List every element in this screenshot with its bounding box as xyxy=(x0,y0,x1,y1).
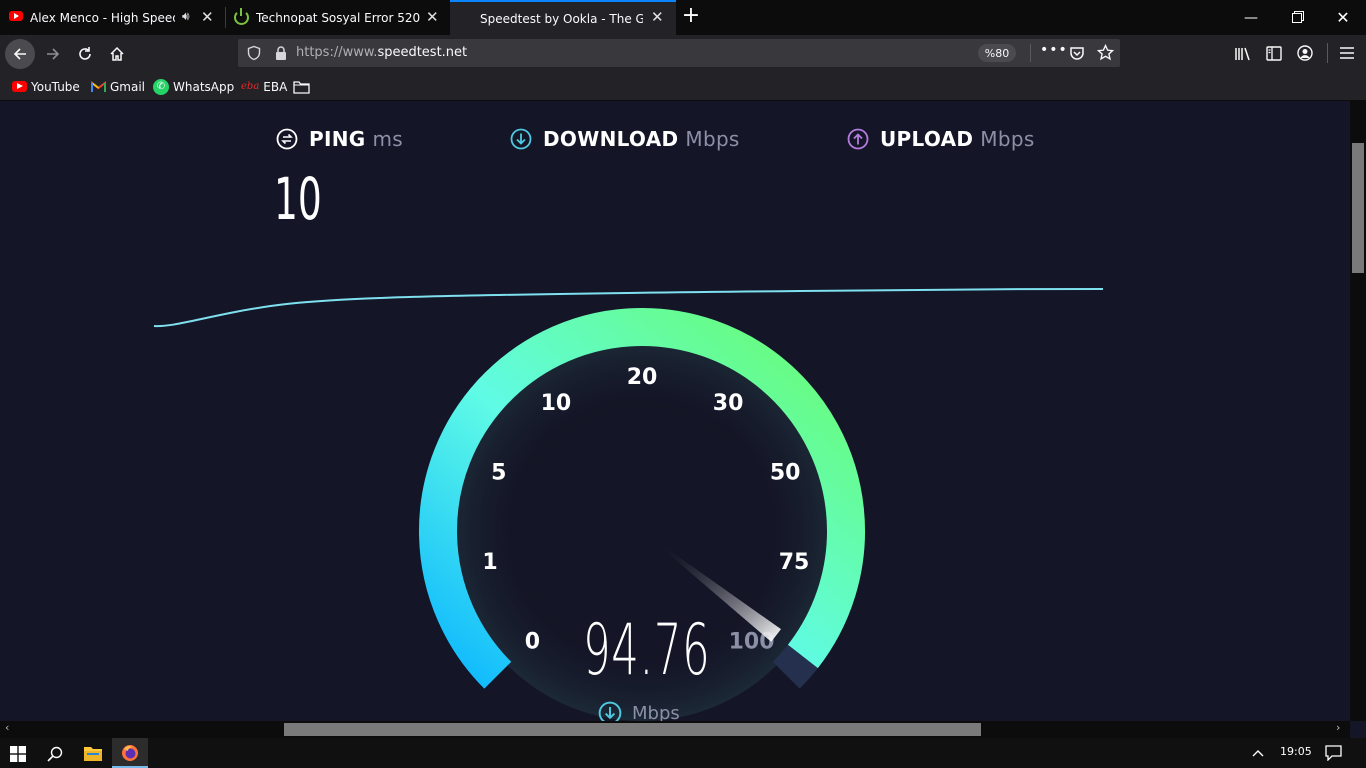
scroll-left-icon[interactable]: ‹ xyxy=(5,721,9,734)
lock-icon[interactable] xyxy=(274,45,288,61)
bookmarks-toolbar: YouTube Gmail ✆ WhatsApp eba EBA xyxy=(0,72,1366,101)
tab-title: Speedtest by Ookla - The Global xyxy=(480,11,643,26)
speedtest-page: PING ms DOWNLOAD Mbps UPLOAD Mbps 10 0 1… xyxy=(0,101,1350,721)
tab-strip: Alex Menco - High Speed - 🔊︎ ✕ Technopat… xyxy=(0,0,1366,35)
power-line-icon xyxy=(240,8,242,16)
youtube-icon xyxy=(12,81,27,92)
bookmark-youtube[interactable]: YouTube xyxy=(12,72,80,101)
gauge-tick-label: 10 xyxy=(541,391,572,416)
firefox-icon xyxy=(122,745,138,761)
zoom-indicator[interactable]: %80 xyxy=(978,44,1016,62)
notifications-icon[interactable] xyxy=(1325,745,1342,761)
back-button[interactable] xyxy=(5,39,35,69)
gauge-tick-label: 1 xyxy=(482,550,497,575)
bookmark-folder[interactable] xyxy=(293,72,310,101)
horizontal-scrollbar[interactable]: ‹ › xyxy=(0,721,1350,738)
close-tab-icon[interactable]: ✕ xyxy=(201,8,214,26)
tab-speedtest[interactable]: Speedtest by Ookla - The Global ✕ xyxy=(450,0,676,35)
restore-button[interactable] xyxy=(1274,0,1320,35)
scroll-right-icon[interactable]: › xyxy=(1336,721,1340,734)
sidebar-icon[interactable] xyxy=(1266,46,1282,61)
chevron-up-icon[interactable] xyxy=(1252,748,1264,758)
tab-title: Technopat Sosyal Error 520 Hat xyxy=(256,10,422,25)
forward-arrow-icon xyxy=(47,48,60,60)
windows-taskbar: 19:05 xyxy=(0,738,1366,768)
firefox-taskbar-button[interactable] xyxy=(112,738,148,768)
home-button[interactable] xyxy=(102,39,132,69)
gauge-tick-label: 75 xyxy=(779,550,810,575)
close-window-button[interactable]: ✕ xyxy=(1320,0,1366,35)
url-bar[interactable]: https://www.speedtest.net %80 ••• xyxy=(238,39,1120,67)
gauge-tick-label: 30 xyxy=(713,391,744,416)
account-icon[interactable] xyxy=(1297,45,1313,61)
home-icon xyxy=(110,46,124,61)
shield-icon[interactable] xyxy=(246,45,262,61)
clock[interactable]: 19:05 xyxy=(1280,745,1312,758)
pocket-icon[interactable] xyxy=(1069,45,1085,61)
file-explorer-icon[interactable] xyxy=(84,746,102,761)
gauge-tick-label: 20 xyxy=(627,365,658,390)
separator xyxy=(1030,44,1031,62)
separator xyxy=(1327,43,1328,63)
vertical-scrollbar[interactable] xyxy=(1350,101,1366,721)
bookmark-star-icon[interactable] xyxy=(1097,44,1114,61)
url-text[interactable]: https://www.speedtest.net xyxy=(296,45,467,60)
gauge-tick-label: 50 xyxy=(770,461,801,486)
gauge-tick-label: 5 xyxy=(491,461,506,486)
forward-button[interactable] xyxy=(38,39,68,69)
tab-technopat[interactable]: Technopat Sosyal Error 520 Hat ✕ xyxy=(226,0,450,35)
speaker-icon[interactable]: 🔊︎ xyxy=(182,9,190,24)
navigation-toolbar: https://www.speedtest.net %80 ••• xyxy=(0,35,1366,72)
tab-title: Alex Menco - High Speed - xyxy=(30,10,175,25)
download-icon xyxy=(598,701,622,721)
reload-button[interactable] xyxy=(70,39,100,69)
library-icon[interactable] xyxy=(1234,46,1252,62)
vertical-scroll-thumb[interactable] xyxy=(1352,143,1364,273)
minimize-button[interactable]: — xyxy=(1228,0,1274,35)
eba-logo: eba xyxy=(241,81,260,92)
page-actions-icon[interactable]: ••• xyxy=(1040,42,1068,58)
bookmark-whatsapp[interactable]: ✆ WhatsApp xyxy=(153,72,234,101)
bookmark-gmail[interactable]: Gmail xyxy=(91,72,145,101)
search-icon[interactable] xyxy=(47,746,63,762)
tab-youtube[interactable]: Alex Menco - High Speed - 🔊︎ ✕ xyxy=(0,0,225,35)
gmail-icon xyxy=(91,80,106,92)
restore-icon xyxy=(1292,12,1302,23)
horizontal-scroll-thumb[interactable] xyxy=(284,723,981,736)
current-speed-value: 94.76 xyxy=(583,609,711,691)
reload-icon xyxy=(79,47,91,60)
bookmark-eba[interactable]: eba EBA xyxy=(241,72,287,101)
new-tab-button[interactable]: + xyxy=(680,3,702,31)
current-speed-unit: Mbps xyxy=(598,701,680,721)
windows-start-icon[interactable] xyxy=(10,746,26,762)
close-tab-icon[interactable]: ✕ xyxy=(426,8,439,26)
play-triangle-icon xyxy=(14,13,19,19)
folder-icon xyxy=(293,80,310,94)
close-tab-icon[interactable]: ✕ xyxy=(651,8,664,26)
hamburger-menu-icon[interactable] xyxy=(1339,46,1355,60)
whatsapp-icon: ✆ xyxy=(153,78,169,95)
gauge-tick-label: 0 xyxy=(525,630,540,655)
back-arrow-icon xyxy=(13,48,26,60)
